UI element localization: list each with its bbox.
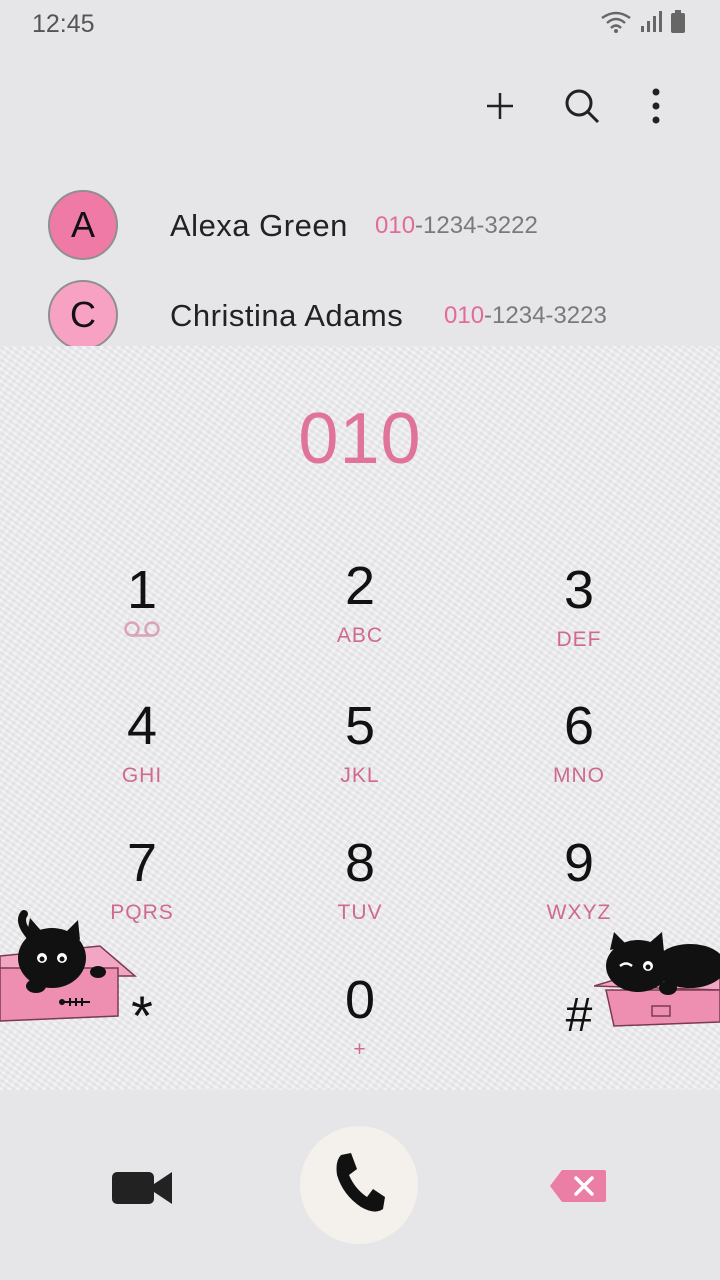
more-vertical-icon[interactable] xyxy=(634,84,678,128)
cat-in-box-left-illustration xyxy=(0,910,138,1022)
call-button[interactable] xyxy=(300,1126,418,1244)
contact-number: 010-1234-3223 xyxy=(444,302,607,329)
key-3[interactable]: 3 DEF xyxy=(479,560,679,680)
dial-pad: 010 1 2 ABC 3 DEF 4 GHI 5 JKL 6 MNO 7 PQ… xyxy=(0,346,720,1090)
contact-row-christina[interactable]: C Christina Adams 010-1234-3223 xyxy=(0,280,720,346)
key-8[interactable]: 8 TUV xyxy=(260,833,460,953)
cat-in-box-right-illustration xyxy=(594,932,720,1027)
signal-icon xyxy=(640,10,662,39)
avatar: C xyxy=(48,280,118,346)
key-6[interactable]: 6 MNO xyxy=(479,696,679,816)
backspace-icon[interactable] xyxy=(548,1168,608,1209)
action-bar xyxy=(0,70,720,140)
bottom-call-bar xyxy=(0,1090,720,1280)
contact-number: 010-1234-3222 xyxy=(375,212,538,239)
key-2[interactable]: 2 ABC xyxy=(260,556,460,676)
key-4[interactable]: 4 GHI xyxy=(42,696,242,816)
phone-icon xyxy=(331,1151,387,1220)
key-0[interactable]: 0 + xyxy=(260,970,460,1090)
avatar: A xyxy=(48,190,118,260)
search-icon[interactable] xyxy=(560,84,604,128)
dialed-number-display[interactable]: 010 xyxy=(0,398,720,480)
contact-suggestions: A Alexa Green 010-1234-3222 C Christina … xyxy=(0,180,720,346)
key-5[interactable]: 5 JKL xyxy=(260,696,460,816)
status-time: 12:45 xyxy=(32,10,95,38)
voicemail-icon xyxy=(122,621,162,642)
battery-icon xyxy=(670,10,686,39)
contact-name: Christina Adams xyxy=(170,298,404,333)
wifi-icon xyxy=(600,10,632,39)
contact-row-alexa[interactable]: A Alexa Green 010-1234-3222 xyxy=(0,190,720,276)
contact-name: Alexa Green xyxy=(170,208,348,243)
plus-icon[interactable] xyxy=(478,84,522,128)
status-bar: 12:45 xyxy=(0,0,720,50)
video-call-icon[interactable] xyxy=(110,1166,174,1215)
key-1[interactable]: 1 xyxy=(42,560,242,680)
